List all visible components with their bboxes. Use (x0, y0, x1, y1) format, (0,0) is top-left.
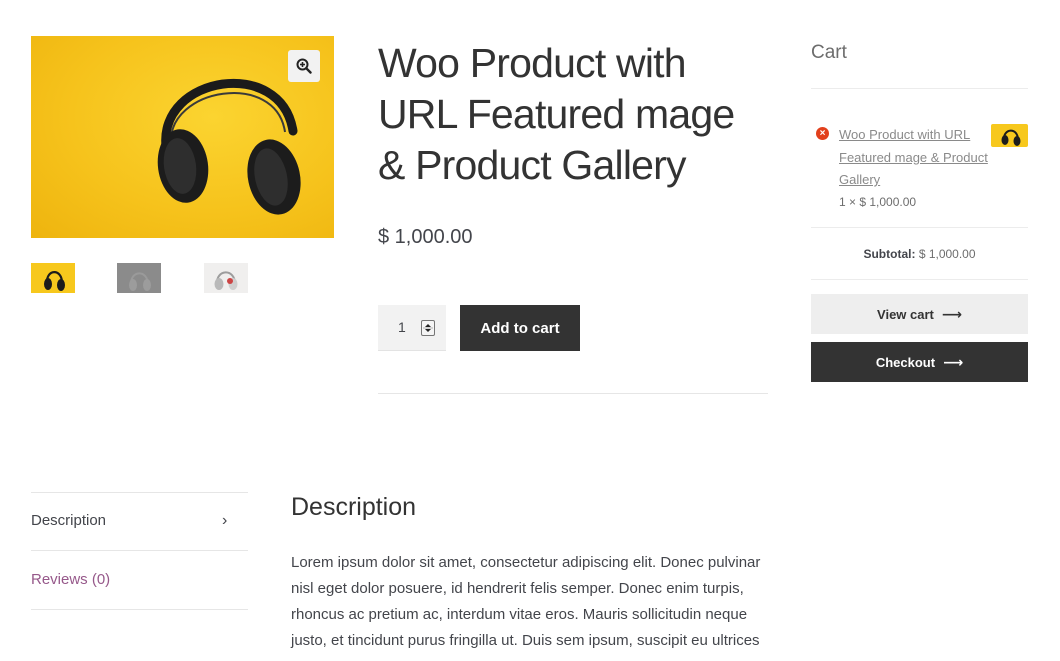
gallery-thumbnail[interactable] (204, 263, 248, 293)
divider (811, 227, 1028, 228)
subtotal-value: $ 1,000.00 (918, 247, 976, 261)
quantity-value: 1 (398, 319, 406, 335)
arrow-right-icon: ⟶ (943, 354, 964, 370)
zoom-in-icon (296, 58, 312, 74)
description-heading: Description (291, 493, 417, 521)
quantity-stepper[interactable] (421, 320, 435, 336)
divider (811, 279, 1028, 280)
quantity-input[interactable]: 1 (378, 305, 446, 351)
remove-item-icon[interactable]: × (816, 127, 829, 140)
tab-reviews[interactable]: Reviews (0) (31, 571, 110, 588)
headphones-thumbnail-icon (214, 271, 238, 290)
zoom-button[interactable] (288, 50, 320, 82)
add-to-cart-button[interactable]: Add to cart (460, 305, 580, 351)
product-title: Woo Product with URL Featured mage & Pro… (378, 40, 735, 188)
view-cart-button[interactable]: View cart ⟶ (811, 294, 1028, 334)
gallery-thumbnail[interactable] (31, 263, 75, 293)
divider (31, 609, 248, 610)
arrow-right-icon: ⟶ (941, 306, 962, 322)
checkout-label: Checkout (875, 354, 936, 370)
cart-item-quantity: 1 × $ 1,000.00 (839, 195, 917, 209)
chevron-right-icon: › (222, 512, 228, 529)
spinner-arrows-icon (423, 324, 433, 332)
cart-item-link[interactable]: Woo Product with URL Featured mage & Pro… (839, 124, 999, 192)
product-price: $ 1,000.00 (378, 226, 473, 248)
divider (811, 88, 1028, 89)
subtotal-label: Subtotal: (863, 247, 916, 261)
checkout-button[interactable]: Checkout ⟶ (811, 342, 1028, 382)
headphones-thumbnail-icon (129, 272, 151, 291)
cart-subtotal: Subtotal: $ 1,000.00 (811, 247, 1028, 261)
cart-widget-title: Cart (811, 42, 847, 63)
headphones-thumbnail-icon (1001, 129, 1021, 146)
cart-item-thumbnail[interactable] (991, 124, 1028, 147)
view-cart-label: View cart (877, 306, 934, 322)
divider (378, 393, 768, 394)
headphones-thumbnail-icon (44, 271, 65, 291)
tab-description[interactable]: Description (31, 512, 248, 529)
divider (31, 492, 248, 493)
gallery-thumbnail[interactable] (117, 263, 161, 293)
divider (31, 550, 248, 551)
description-text: Lorem ipsum dolor sit amet, consectetur … (291, 554, 761, 649)
